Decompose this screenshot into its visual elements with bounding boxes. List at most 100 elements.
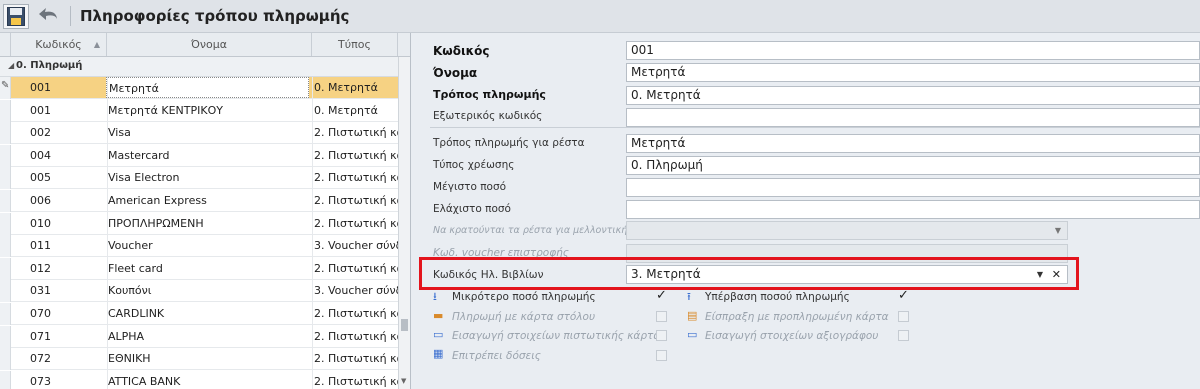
- cell-name: ALPHA: [108, 330, 145, 343]
- group-label: 0. Πληρωμή: [16, 60, 83, 71]
- table-row[interactable]: 002 Visa 2. Πιστωτική κάρτα: [11, 122, 398, 144]
- cell-code: 073: [30, 375, 51, 388]
- cell-code: 010: [30, 217, 51, 230]
- scrollbar-thumb[interactable]: [401, 319, 408, 331]
- edit-pencil-icon: ✎: [1, 80, 10, 91]
- table-row[interactable]: 011 Voucher 3. Voucher σύνδ...: [11, 235, 398, 257]
- dropdown-arrow-icon: ▼: [1054, 226, 1061, 235]
- exceed-amount-checkbox[interactable]: ✓: [898, 288, 909, 303]
- arrow-down-icon: ⭳: [433, 290, 437, 303]
- change-method-label: Τρόπος πληρωμής για ρέστα: [433, 137, 585, 149]
- checkmark-icon: ✓: [656, 288, 667, 303]
- row-indicator[interactable]: [0, 213, 11, 235]
- cell-type: 0. Μετρητά: [314, 81, 378, 94]
- row-indicator[interactable]: [0, 348, 11, 370]
- group-row[interactable]: ◢ 0. Πληρωμή: [0, 57, 398, 77]
- column-header-code-label: Κωδικός: [35, 38, 82, 51]
- table-row[interactable]: 006 American Express 2. Πιστωτική κάρτα: [11, 190, 398, 212]
- cell-code: 012: [30, 262, 51, 275]
- cell-type: 3. Voucher σύνδ...: [314, 239, 398, 252]
- table-row[interactable]: 070 CARDLINK 2. Πιστωτική κάρτα: [11, 303, 398, 325]
- cell-name: CARDLINK: [108, 307, 165, 320]
- table-row[interactable]: 010 ΠΡΟΠΛΗΡΩΜΕΝΗ 2. Πιστωτική κάρτα: [11, 213, 398, 235]
- row-indicator[interactable]: [0, 167, 11, 189]
- table-row[interactable]: 012 Fleet card 2. Πιστωτική κάρτα: [11, 258, 398, 280]
- prepaid-collection-checkbox[interactable]: [898, 311, 909, 322]
- table-row[interactable]: 001 Μετρητά 0. Μετρητά: [11, 77, 398, 99]
- arrow-up-icon: ⭱: [687, 290, 691, 303]
- table-row[interactable]: 004 Mastercard 2. Πιστωτική κάρτα: [11, 145, 398, 167]
- row-indicator[interactable]: ✎: [0, 77, 11, 99]
- column-header-name[interactable]: Όνομα: [107, 33, 312, 56]
- code-field[interactable]: 001: [626, 41, 1200, 60]
- cell-code: 011: [30, 239, 51, 252]
- smaller-amount-checkbox[interactable]: ✓: [656, 288, 667, 303]
- name-label: Όνομα: [433, 66, 478, 80]
- installments-label: Επιτρέπει δόσεις: [452, 350, 541, 362]
- cell-name: ATTICA BANK: [108, 375, 181, 388]
- fleet-card-checkbox[interactable]: [656, 311, 667, 322]
- checkmark-icon: ✓: [898, 288, 909, 303]
- grid-header: Κωδικός ▲ Όνομα Τύπος: [0, 33, 410, 57]
- toolbar: Πληροφορίες τρόπου πληρωμής: [0, 0, 1200, 33]
- cell-name: Fleet card: [108, 262, 163, 275]
- toolbar-divider: [70, 6, 71, 26]
- cheque-entry-label: Εισαγωγή στοιχείων αξιογράφου: [705, 330, 879, 342]
- column-header-code[interactable]: Κωδικός ▲: [11, 33, 107, 56]
- table-row[interactable]: 031 Κουπόνι 3. Voucher σύνδ...: [11, 280, 398, 302]
- row-indicator[interactable]: [0, 235, 11, 257]
- cell-type: 2. Πιστωτική κάρτα: [314, 194, 398, 207]
- save-button[interactable]: [3, 4, 29, 29]
- cell-type: 2. Πιστωτική κάρτα: [314, 171, 398, 184]
- cell-type: 2. Πιστωτική κάρτα: [314, 330, 398, 343]
- grid-scrollbar[interactable]: ▼: [398, 57, 410, 389]
- min-amount-label: Ελάχιστο ποσό: [433, 203, 511, 215]
- prepaid-card-icon: ▤: [687, 309, 698, 322]
- page-title: Πληροφορίες τρόπου πληρωμής: [80, 7, 350, 25]
- cell-type: 2. Πιστωτική κάρτα: [314, 375, 398, 388]
- payment-methods-grid: Κωδικός ▲ Όνομα Τύπος ◢ 0. Πληρωμή ✎ 001 Μ…: [0, 33, 411, 389]
- min-amount-field[interactable]: [626, 200, 1200, 219]
- collapse-icon[interactable]: ◢: [8, 61, 14, 70]
- row-indicator[interactable]: [0, 100, 11, 122]
- scroll-down-icon[interactable]: ▼: [401, 377, 406, 385]
- column-header-type[interactable]: Τύπος: [312, 33, 398, 56]
- table-row[interactable]: 071 ALPHA 2. Πιστωτική κάρτα: [11, 326, 398, 348]
- table-row[interactable]: 005 Visa Electron 2. Πιστωτική κάρτα: [11, 167, 398, 189]
- name-field[interactable]: Μετρητά: [626, 63, 1200, 82]
- table-row[interactable]: 073 ATTICA BANK 2. Πιστωτική κάρτα: [11, 371, 398, 389]
- row-indicator[interactable]: [0, 122, 11, 144]
- installments-icon: ▦: [433, 347, 444, 360]
- charge-type-field[interactable]: 0. Πληρωμή: [626, 156, 1200, 175]
- cheque-entry-checkbox[interactable]: [898, 330, 909, 341]
- cell-name: Visa: [108, 126, 131, 139]
- column-header-type-label: Τύπος: [338, 38, 371, 51]
- installments-checkbox[interactable]: [656, 350, 667, 361]
- row-indicator[interactable]: [0, 326, 11, 348]
- payment-method-field[interactable]: 0. Μετρητά: [626, 86, 1200, 105]
- credit-card-entry-checkbox[interactable]: [656, 330, 667, 341]
- row-indicator[interactable]: [0, 303, 11, 325]
- charge-type-label: Τύπος χρέωσης: [433, 159, 515, 171]
- row-indicator[interactable]: [0, 145, 11, 167]
- cell-name: Μετρητά: [106, 77, 309, 98]
- cell-name: ΕΘΝΙΚΗ: [108, 352, 151, 365]
- undo-button[interactable]: [36, 4, 62, 29]
- row-indicator[interactable]: [0, 190, 11, 212]
- change-method-field[interactable]: Μετρητά: [626, 134, 1200, 153]
- cell-code: 004: [30, 149, 51, 162]
- cell-type: 3. Voucher σύνδ...: [314, 284, 398, 297]
- cell-code: 070: [30, 307, 51, 320]
- column-divider: [312, 77, 313, 389]
- table-row[interactable]: 001 Μετρητά ΚΕΝΤΡΙΚΟΥ 0. Μετρητά: [11, 100, 398, 122]
- table-row[interactable]: 072 ΕΘΝΙΚΗ 2. Πιστωτική κάρτα: [11, 348, 398, 370]
- row-indicator[interactable]: [0, 371, 11, 389]
- row-indicator[interactable]: [0, 258, 11, 280]
- grid-corner: [0, 33, 11, 56]
- max-amount-field[interactable]: [626, 178, 1200, 197]
- form-divider: [430, 127, 1200, 128]
- external-code-field[interactable]: [626, 108, 1200, 127]
- max-amount-label: Μέγιστο ποσό: [433, 181, 507, 193]
- row-indicator[interactable]: [0, 280, 11, 302]
- cell-code: 006: [30, 194, 51, 207]
